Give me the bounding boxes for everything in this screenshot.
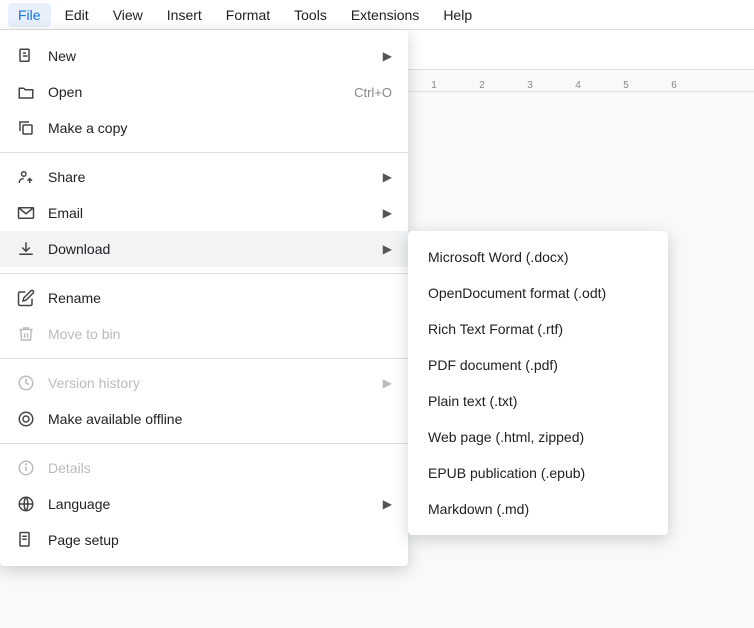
language-label: Language xyxy=(48,496,371,512)
menu-insert[interactable]: Insert xyxy=(157,3,212,27)
ruler-mark-5: 5 xyxy=(602,80,650,91)
new-icon xyxy=(16,47,36,65)
details-icon xyxy=(16,459,36,477)
divider-4 xyxy=(0,443,408,444)
docx-label: Microsoft Word (.docx) xyxy=(428,249,569,265)
move-bin-label: Move to bin xyxy=(48,326,392,342)
menu-tools[interactable]: Tools xyxy=(284,3,337,27)
email-icon xyxy=(16,204,36,222)
menu-edit[interactable]: Edit xyxy=(55,3,99,27)
rename-label: Rename xyxy=(48,290,392,306)
ruler-marks: 1 2 3 4 5 6 xyxy=(410,80,698,91)
download-submenu: Microsoft Word (.docx) OpenDocument form… xyxy=(408,231,668,535)
menu-item-email[interactable]: Email ▶ xyxy=(0,195,408,231)
download-md[interactable]: Markdown (.md) xyxy=(408,491,668,527)
copy-label: Make a copy xyxy=(48,120,392,136)
email-arrow-icon: ▶ xyxy=(383,206,392,220)
download-docx[interactable]: Microsoft Word (.docx) xyxy=(408,239,668,275)
download-rtf[interactable]: Rich Text Format (.rtf) xyxy=(408,311,668,347)
menu-item-offline[interactable]: Make available offline xyxy=(0,401,408,437)
menu-help[interactable]: Help xyxy=(433,3,482,27)
new-arrow-icon: ▶ xyxy=(383,49,392,63)
menu-item-pagesetup[interactable]: Page setup xyxy=(0,522,408,558)
menu-item-version: Version history ▶ xyxy=(0,365,408,401)
offline-label: Make available offline xyxy=(48,411,392,427)
divider-3 xyxy=(0,358,408,359)
offline-icon xyxy=(16,410,36,428)
copy-icon xyxy=(16,119,36,137)
download-icon xyxy=(16,240,36,258)
menu-file[interactable]: File xyxy=(8,3,51,27)
language-icon xyxy=(16,495,36,513)
version-arrow-icon: ▶ xyxy=(383,376,392,390)
download-label: Download xyxy=(48,241,371,257)
bin-icon xyxy=(16,325,36,343)
epub-label: EPUB publication (.epub) xyxy=(428,465,585,481)
menu-format[interactable]: Format xyxy=(216,3,280,27)
menu-view[interactable]: View xyxy=(103,3,153,27)
rename-icon xyxy=(16,289,36,307)
pdf-label: PDF document (.pdf) xyxy=(428,357,558,373)
ruler-mark-6: 6 xyxy=(650,80,698,91)
rtf-label: Rich Text Format (.rtf) xyxy=(428,321,563,337)
menu-item-move-bin: Move to bin xyxy=(0,316,408,352)
open-icon xyxy=(16,83,36,101)
language-arrow-icon: ▶ xyxy=(383,497,392,511)
ruler-mark-4: 4 xyxy=(554,80,602,91)
ruler-mark-1: 1 xyxy=(410,80,458,91)
pagesetup-label: Page setup xyxy=(48,532,392,548)
md-label: Markdown (.md) xyxy=(428,501,529,517)
download-odt[interactable]: OpenDocument format (.odt) xyxy=(408,275,668,311)
menu-item-copy[interactable]: Make a copy xyxy=(0,110,408,146)
download-html[interactable]: Web page (.html, zipped) xyxy=(408,419,668,455)
details-label: Details xyxy=(48,460,392,476)
download-txt[interactable]: Plain text (.txt) xyxy=(408,383,668,419)
open-label: Open xyxy=(48,84,342,100)
version-label: Version history xyxy=(48,375,371,391)
menu-item-download[interactable]: Download ▶ Microsoft Word (.docx) OpenDo… xyxy=(0,231,408,267)
divider-2 xyxy=(0,273,408,274)
download-epub[interactable]: EPUB publication (.epub) xyxy=(408,455,668,491)
menu-item-rename[interactable]: Rename xyxy=(0,280,408,316)
email-label: Email xyxy=(48,205,371,221)
menu-item-language[interactable]: Language ▶ xyxy=(0,486,408,522)
menu-bar: File Edit View Insert Format Tools Exten… xyxy=(0,0,754,30)
menu-item-new[interactable]: New ▶ xyxy=(0,38,408,74)
download-pdf[interactable]: PDF document (.pdf) xyxy=(408,347,668,383)
new-label: New xyxy=(48,48,371,64)
divider-1 xyxy=(0,152,408,153)
menu-item-share[interactable]: Share ▶ xyxy=(0,159,408,195)
share-arrow-icon: ▶ xyxy=(383,170,392,184)
menu-extensions[interactable]: Extensions xyxy=(341,3,429,27)
txt-label: Plain text (.txt) xyxy=(428,393,517,409)
odt-label: OpenDocument format (.odt) xyxy=(428,285,606,301)
html-label: Web page (.html, zipped) xyxy=(428,429,584,445)
open-shortcut: Ctrl+O xyxy=(354,85,392,100)
version-icon xyxy=(16,374,36,392)
download-arrow-icon: ▶ xyxy=(383,242,392,256)
menu-item-details: Details xyxy=(0,450,408,486)
share-label: Share xyxy=(48,169,371,185)
share-icon xyxy=(16,168,36,186)
menu-item-open[interactable]: Open Ctrl+O xyxy=(0,74,408,110)
pagesetup-icon xyxy=(16,531,36,549)
file-menu: New ▶ Open Ctrl+O Make a copy Share ▶ Em… xyxy=(0,30,408,566)
ruler-mark-3: 3 xyxy=(506,80,554,91)
ruler-mark-2: 2 xyxy=(458,80,506,91)
